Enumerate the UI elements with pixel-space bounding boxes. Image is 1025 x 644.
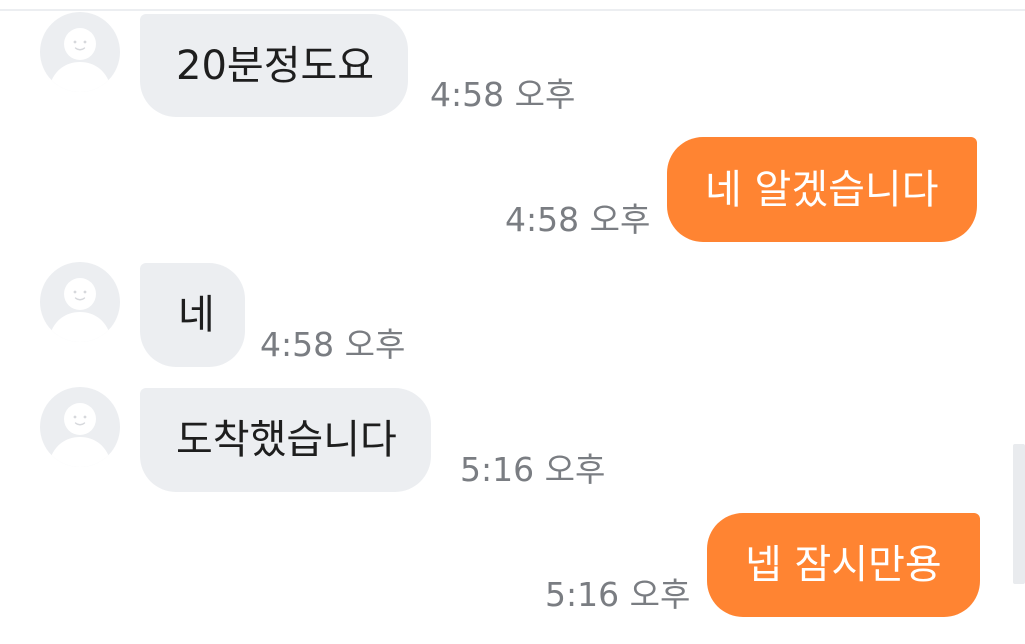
top-divider: [0, 9, 1025, 11]
message-text: 네 알겠습니다: [705, 166, 939, 213]
message-text: 네: [178, 292, 215, 338]
message-bubble-outgoing[interactable]: 넵 잠시만용: [707, 513, 980, 617]
message-timestamp: 4:58 오후: [505, 200, 651, 239]
message-timestamp: 4:58 오후: [430, 75, 576, 114]
sender-avatar-icon[interactable]: [40, 387, 120, 467]
sender-avatar-icon[interactable]: [40, 12, 120, 92]
message-timestamp: 4:58 오후: [260, 325, 406, 364]
chat-screen: 20분정도요 4:58 오후 4:58 오후 네 알겠습니다 네 4:58 오후…: [0, 0, 1025, 644]
scrollbar[interactable]: [1013, 444, 1025, 584]
message-bubble-incoming[interactable]: 도착했습니다: [140, 388, 431, 492]
message-text: 넵 잠시만용: [745, 542, 942, 588]
message-text: 20분정도요: [176, 42, 375, 89]
message-bubble-incoming[interactable]: 20분정도요: [140, 14, 409, 117]
message-text: 도착했습니다: [176, 417, 397, 463]
message-timestamp: 5:16 오후: [545, 575, 691, 614]
message-bubble-outgoing[interactable]: 네 알겠습니다: [667, 137, 977, 242]
message-timestamp: 5:16 오후: [460, 450, 606, 489]
sender-avatar-icon[interactable]: [40, 262, 120, 342]
message-bubble-incoming[interactable]: 네: [140, 263, 245, 367]
